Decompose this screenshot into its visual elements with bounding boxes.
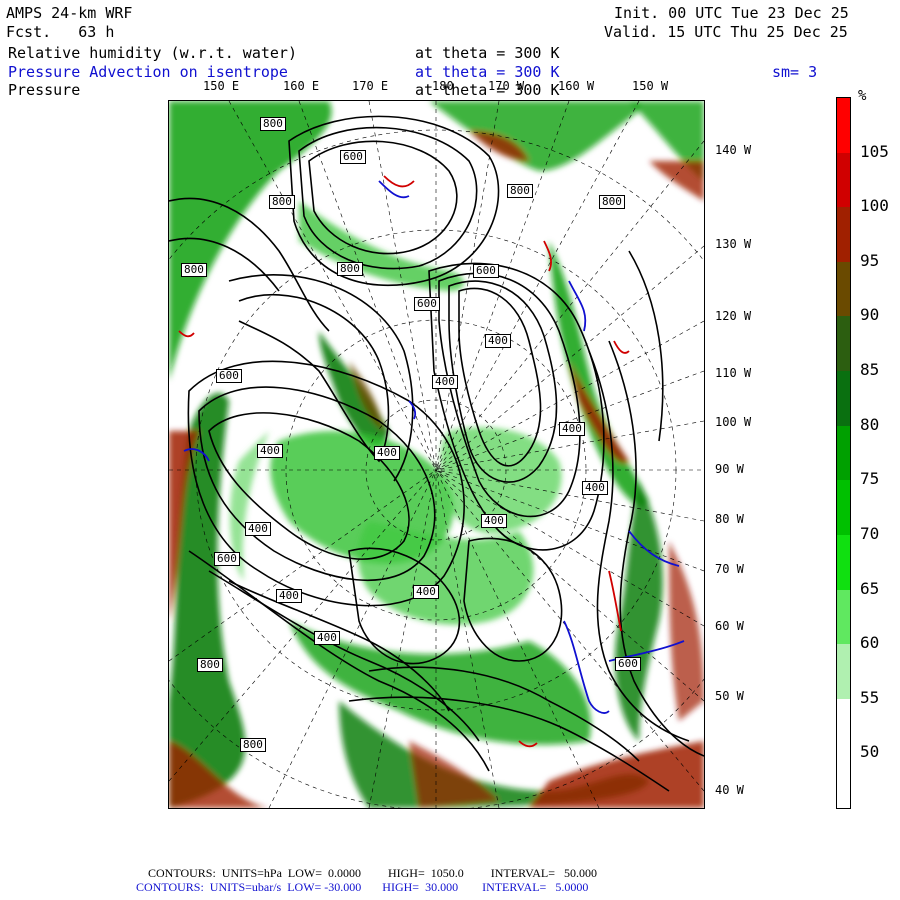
lon-label-right: 90 W [715,462,744,476]
isobar-label: 800 [197,658,223,672]
field-rh-level: at theta = 300 K [415,44,560,62]
colorbar-tick-label: 100 [860,196,889,216]
colorbar-segment [837,207,850,263]
valid-time: Valid. 15 UTC Thu 25 Dec 25 [604,23,848,41]
lon-label-right: 50 W [715,689,744,703]
lon-label-right: 110 W [715,366,752,380]
lon-label-right: 60 W [715,619,744,633]
colorbar-tick-label: 85 [860,360,880,380]
isobar-label: 800 [599,195,625,209]
colorbar-tick-label: 50 [860,742,880,762]
isobar-label: 800 [507,184,533,198]
colorbar [836,97,851,809]
lon-label-right: 70 W [715,562,744,576]
colorbar-segment [837,534,850,590]
isobar-label: 600 [216,369,242,383]
isobar-label: 600 [473,264,499,278]
isobar-label: 400 [582,481,608,495]
isobar-label: 400 [276,589,302,603]
lon-label-right: 130 W [715,237,752,251]
lon-label-top: 180 [432,79,454,93]
colorbar-segment [837,753,850,809]
isobar-label: 400 [413,585,439,599]
lon-label-right: 140 W [715,143,752,157]
lon-label-right: 80 W [715,512,744,526]
field-padv-smoothing: sm= 3 [772,63,818,81]
forecast-label-text: Fcst. [6,23,52,41]
lon-label-top: 160 W [558,79,595,93]
colorbar-segment [837,152,850,208]
forecast-label: Fcst. 63 h [6,24,114,40]
lon-label-right: 120 W [715,309,752,323]
init-time: Init. 00 UTC Tue 23 Dec 25 [614,4,849,22]
colorbar-tick-label: 75 [860,469,880,489]
footer-contours-advection: CONTOURS: UNITS=ubar/s LOW= -30.000 HIGH… [136,880,589,894]
isobar-label: 600 [214,552,240,566]
isobar-label: 600 [340,150,366,164]
isobar-label: 400 [257,444,283,458]
colorbar-tick-label: 60 [860,633,880,653]
lon-label-right: 100 W [715,415,752,429]
isobar-label: 600 [615,657,641,671]
colorbar-tick-label: 80 [860,414,880,434]
isobar-label: 400 [559,422,585,436]
lon-label-top: 150 E [203,79,240,93]
isobar-label: 400 [245,522,271,536]
colorbar-segment [837,371,850,427]
lon-label-right: 40 W [715,783,744,797]
isobar-label: 800 [260,117,286,131]
colorbar-tick-label: 55 [860,687,880,707]
colorbar-segment [837,316,850,372]
footer-contours-pressure: CONTOURS: UNITS=hPa LOW= 0.0000 HIGH= 10… [148,866,597,880]
colorbar-segment [837,589,850,645]
isobar-label: 400 [374,446,400,460]
isobar-label: 800 [240,738,266,752]
isobar-label: 400 [314,631,340,645]
field-rh-name: Relative humidity (w.r.t. water) [8,44,297,62]
colorbar-segment [837,261,850,317]
colorbar-tick-label: 95 [860,250,880,270]
isobar-label: 800 [269,195,295,209]
field-pressure-name: Pressure [8,81,81,99]
isobar-label: 800 [181,263,207,277]
map-panel: 800 600 800 800 600 800 800 600 800 400 … [168,100,705,809]
colorbar-segment [837,480,850,536]
colorbar-segment [837,644,850,700]
colorbar-tick-label: 105 [860,141,889,161]
colorbar-segment [837,98,850,153]
model-title: AMPS 24-km WRF [6,4,133,22]
lon-label-top: 170 E [352,79,389,93]
colorbar-tick-label: 90 [860,305,880,325]
field-padv-name: Pressure Advection on isentrope [8,63,288,81]
forecast-hour: 63 h [78,23,115,41]
isobar-label: 800 [337,262,363,276]
colorbar-unit: % [858,88,867,104]
lon-label-top: 150 W [632,79,669,93]
isobar-label: 400 [481,514,507,528]
lon-label-top: 170 W [488,79,525,93]
isobar-label: 400 [485,334,511,348]
colorbar-tick-label: 65 [860,578,880,598]
isobar-label: 400 [432,375,458,389]
colorbar-segment [837,425,850,481]
colorbar-segment [837,698,850,754]
colorbar-tick-label: 70 [860,523,880,543]
field-padv-level: at theta = 300 K [415,63,560,81]
lon-label-top: 160 E [283,79,320,93]
isobar-label: 600 [414,297,440,311]
